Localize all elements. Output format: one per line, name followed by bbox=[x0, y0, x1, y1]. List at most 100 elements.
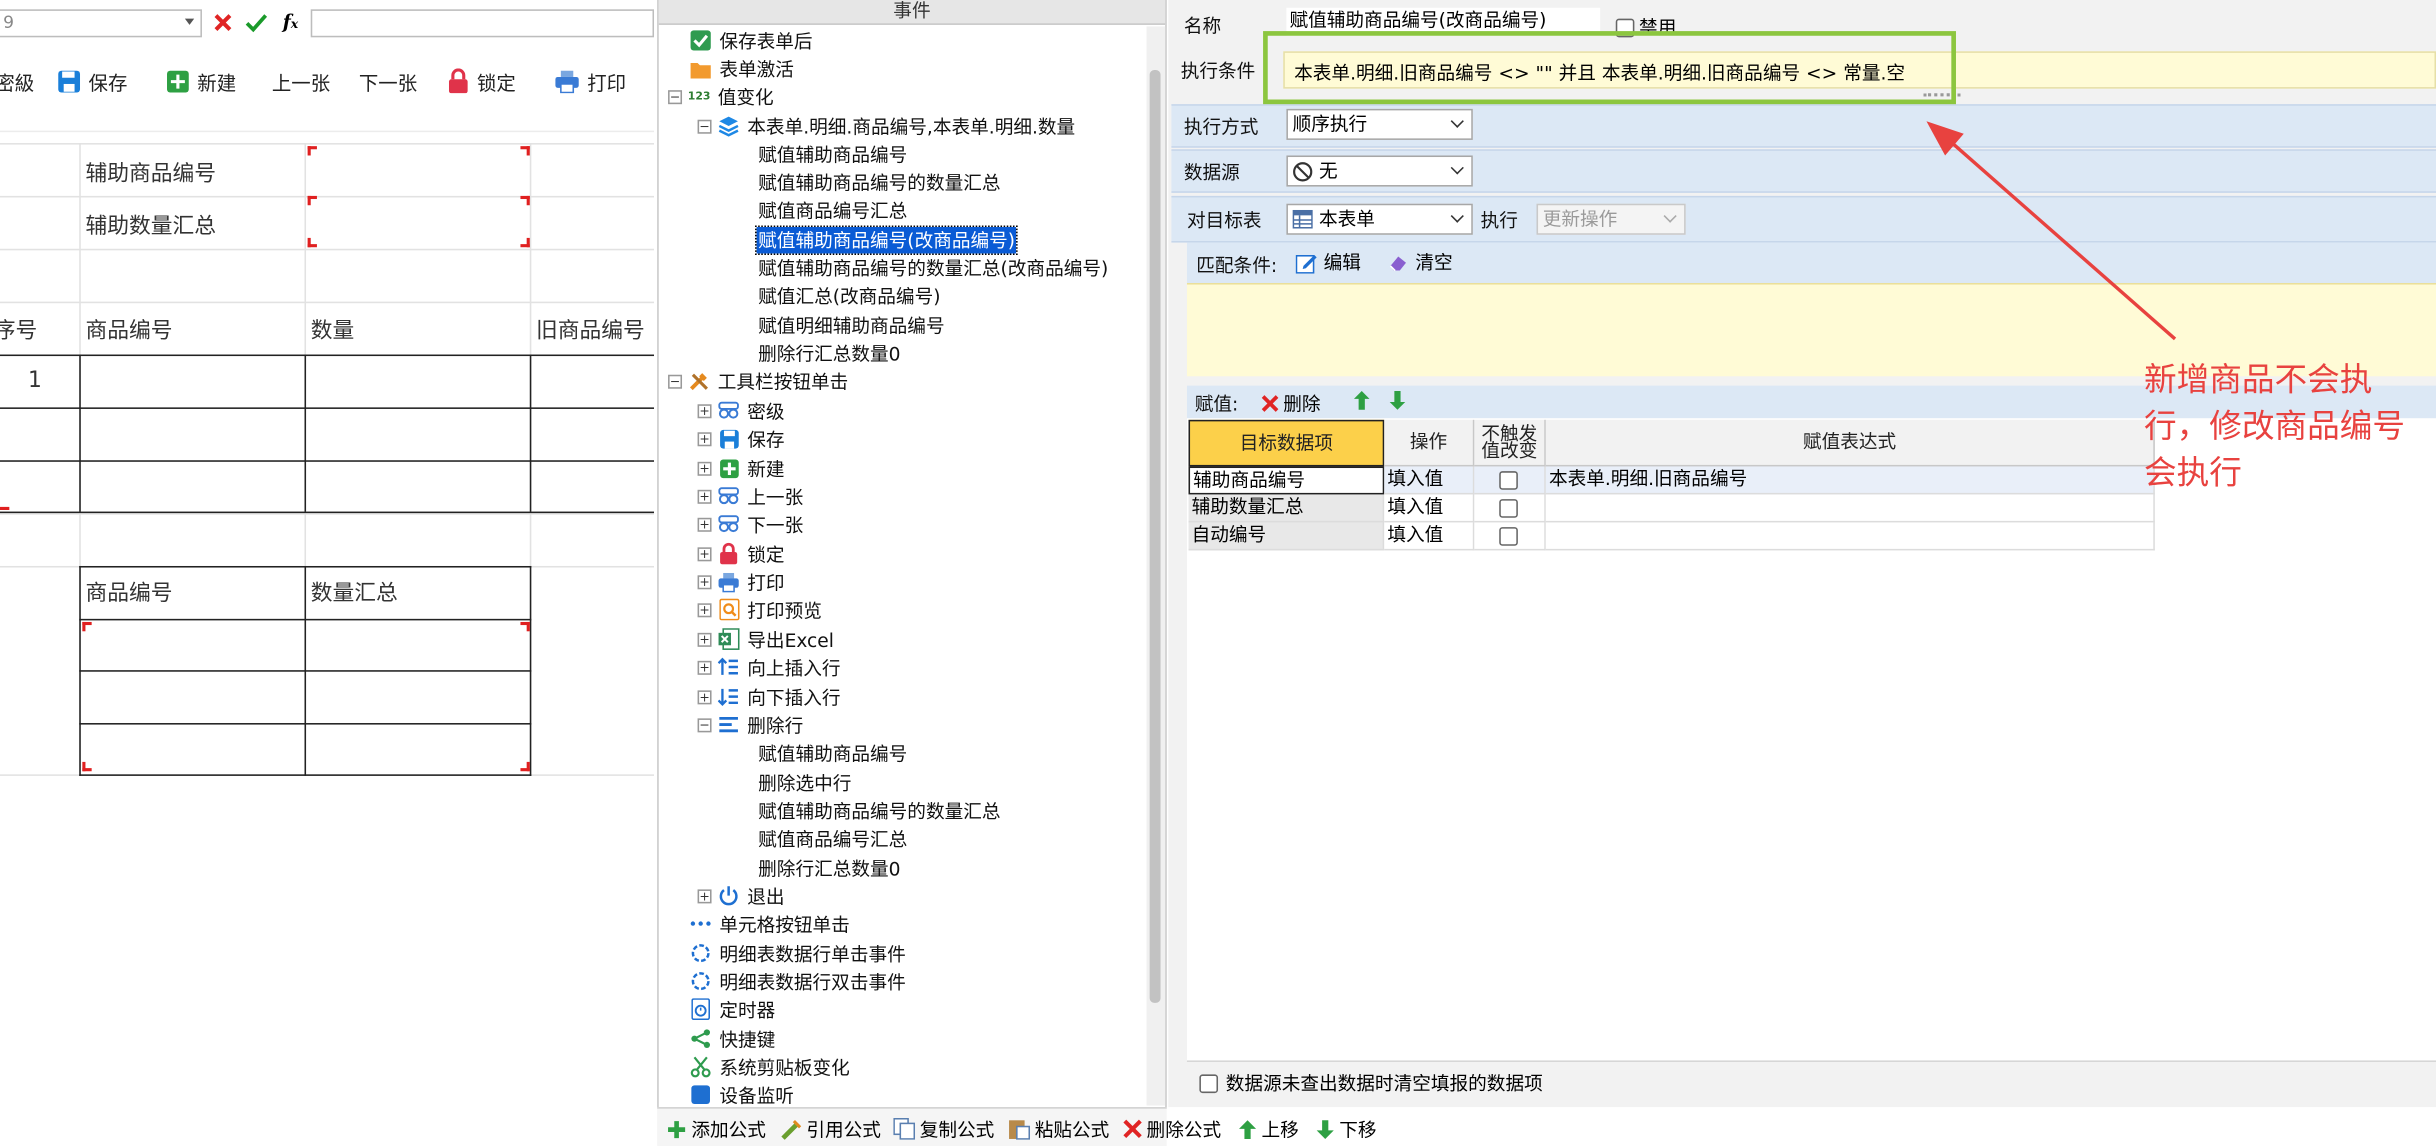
checkbox-box[interactable] bbox=[1499, 527, 1518, 546]
grid-cell-check[interactable] bbox=[1474, 522, 1546, 551]
expand-icon[interactable]: + bbox=[697, 602, 712, 617]
tree-node-toolbar-new[interactable]: + 新建 bbox=[697, 454, 787, 482]
tree-node-cell-button-click[interactable]: 单元格按钮单击 bbox=[690, 910, 852, 938]
tree-node-formula[interactable]: 赋值辅助商品编号 bbox=[757, 140, 909, 168]
grid-cell-op[interactable]: 填入值 bbox=[1384, 522, 1475, 551]
tree-node-formula[interactable]: 赋值辅助商品编号的数量汇总(改商品编号) bbox=[757, 253, 1110, 281]
grid-cell-check[interactable] bbox=[1474, 494, 1546, 523]
tree-node-device-listen[interactable]: 设备监听 bbox=[690, 1081, 796, 1107]
move-down-button[interactable]: 下移 bbox=[1316, 1116, 1377, 1141]
delete-assign-button[interactable]: 删除 bbox=[1261, 390, 1321, 416]
tree-node-formula[interactable]: 删除行汇总数量0 bbox=[757, 854, 902, 882]
clear-match-button[interactable]: 清空 bbox=[1387, 249, 1453, 275]
tree-node-after-save[interactable]: 保存表单后 bbox=[690, 26, 814, 54]
tree-node-toolbar-delete-row[interactable]: − 删除行 bbox=[697, 711, 805, 739]
toolbar-lock-button[interactable]: 锁定 bbox=[447, 67, 516, 95]
grid-cell-expr[interactable]: 本表单.明细.旧商品编号 bbox=[1545, 466, 2155, 495]
tree-node-formula[interactable]: 赋值辅助商品编号的数量汇总 bbox=[757, 168, 1002, 196]
copy-formula-button[interactable]: 复制公式 bbox=[893, 1116, 994, 1141]
toolbar-print-button[interactable]: 打印 bbox=[555, 67, 626, 95]
tree-node-field-change[interactable]: − 本表单.明细.商品编号,本表单.明细.数量 bbox=[697, 112, 1077, 140]
tree-node-formula[interactable]: 赋值商品编号汇总 bbox=[757, 196, 909, 224]
grid-header-no-trigger[interactable]: 不触发值改变 bbox=[1474, 419, 1546, 467]
confirm-formula-icon[interactable] bbox=[245, 12, 268, 33]
expand-icon[interactable]: + bbox=[697, 461, 712, 476]
expand-icon[interactable]: + bbox=[697, 660, 712, 675]
delete-formula-button[interactable]: 删除公式 bbox=[1123, 1116, 1221, 1141]
cancel-formula-icon[interactable] bbox=[213, 12, 233, 32]
tree-node-toolbar-click[interactable]: − 工具栏按钮单击 bbox=[668, 367, 850, 395]
grid-cell-op[interactable]: 填入值 bbox=[1384, 494, 1475, 523]
tree-node-formula[interactable]: 删除行汇总数量0 bbox=[757, 339, 902, 367]
expand-icon[interactable]: + bbox=[697, 403, 712, 418]
tree-node-toolbar-lock[interactable]: + 锁定 bbox=[697, 540, 787, 568]
grid-header-target[interactable]: 目标数据项 bbox=[1188, 419, 1385, 467]
tree-node-clipboard-change[interactable]: 系统剪贴板变化 bbox=[690, 1053, 852, 1081]
grid-header-operation[interactable]: 操作 bbox=[1384, 419, 1475, 467]
clear-on-empty-checkbox[interactable]: 数据源未查出数据时清空填报的数据项 bbox=[1199, 1070, 1543, 1096]
tree-node-row-double-click[interactable]: 明细表数据行双击事件 bbox=[690, 967, 908, 995]
tree-node-formula[interactable]: 赋值商品编号汇总 bbox=[757, 824, 909, 852]
toolbar-secret-button[interactable]: 密級 bbox=[0, 67, 34, 95]
paste-formula-button[interactable]: 粘贴公式 bbox=[1008, 1116, 1109, 1141]
target-select[interactable]: 本表单 bbox=[1286, 203, 1473, 235]
tree-node-formula[interactable]: 删除选中行 bbox=[757, 768, 853, 796]
tree-node-toolbar-save[interactable]: + 保存 bbox=[697, 424, 787, 452]
function-icon[interactable]: fx bbox=[283, 11, 298, 33]
datasource-select[interactable]: 无 bbox=[1286, 155, 1473, 187]
tree-node-formula[interactable]: 赋值辅助商品编号的数量汇总 bbox=[757, 796, 1002, 824]
toolbar-next-button[interactable]: 下一张 bbox=[359, 67, 417, 95]
expand-icon[interactable]: + bbox=[697, 489, 712, 504]
tree-node-toolbar-insert-below[interactable]: + 向下插入行 bbox=[697, 683, 843, 711]
tree-node-toolbar-exit[interactable]: + 退出 bbox=[697, 882, 787, 910]
collapse-icon[interactable]: − bbox=[668, 373, 683, 388]
grid-cell-check[interactable] bbox=[1474, 466, 1546, 495]
collapse-icon[interactable]: − bbox=[697, 118, 712, 133]
expand-icon[interactable]: + bbox=[697, 517, 712, 531]
grid-cell-target[interactable]: 辅助商品编号 bbox=[1188, 466, 1385, 495]
tree-node-formula[interactable]: 赋值明细辅助商品编号 bbox=[757, 311, 947, 339]
grid-cell-target[interactable]: 辅助数量汇总 bbox=[1188, 494, 1385, 523]
grid-cell-expr[interactable] bbox=[1545, 522, 2155, 551]
exec-mode-select[interactable]: 顺序执行 bbox=[1286, 108, 1473, 140]
grid-cell-target[interactable]: 自动编号 bbox=[1188, 522, 1385, 551]
tree-node-toolbar-prev[interactable]: + 上一张 bbox=[697, 482, 805, 510]
tree-node-toolbar-insert-above[interactable]: + 向上插入行 bbox=[697, 653, 843, 681]
move-up-icon[interactable] bbox=[1353, 390, 1370, 410]
add-formula-button[interactable]: 添加公式 bbox=[666, 1116, 766, 1141]
move-down-icon[interactable] bbox=[1389, 390, 1406, 410]
tree-node-toolbar-secret[interactable]: + 密级 bbox=[697, 396, 787, 424]
tree-node-value-change[interactable]: − 123 值变化 bbox=[668, 82, 775, 110]
reference-formula-button[interactable]: 引用公式 bbox=[780, 1116, 881, 1141]
expand-icon[interactable]: + bbox=[697, 888, 712, 903]
cell-address-combo[interactable]: 9 bbox=[0, 9, 202, 38]
edit-match-button[interactable]: 编辑 bbox=[1295, 249, 1361, 275]
expand-icon[interactable]: + bbox=[697, 632, 712, 647]
tree-node-formula[interactable]: 赋值辅助商品编号 bbox=[757, 739, 909, 767]
move-up-button[interactable]: 上移 bbox=[1238, 1116, 1299, 1141]
checkbox-box[interactable] bbox=[1499, 471, 1518, 490]
collapse-icon[interactable]: − bbox=[668, 89, 683, 104]
tree-node-toolbar-export-excel[interactable]: + 导出Excel bbox=[697, 625, 836, 653]
tree-node-timer[interactable]: 定时器 bbox=[690, 995, 777, 1023]
tree-node-shortcut[interactable]: 快捷键 bbox=[690, 1025, 777, 1053]
collapse-icon[interactable]: − bbox=[697, 717, 712, 732]
checkbox-box[interactable] bbox=[1499, 499, 1518, 518]
tree-node-formula-selected[interactable]: 赋值辅助商品编号(改商品编号) bbox=[755, 224, 1019, 255]
tree-node-form-activate[interactable]: 表单激活 bbox=[690, 54, 796, 82]
formula-input[interactable] bbox=[310, 9, 655, 38]
grid-cell-op[interactable]: 填入值 bbox=[1384, 466, 1475, 495]
toolbar-new-button[interactable]: 新建 bbox=[166, 67, 236, 95]
tree-scrollbar-thumb[interactable] bbox=[1149, 69, 1161, 1003]
grid-header-expression[interactable]: 赋值表达式 bbox=[1545, 419, 2155, 467]
tree-node-toolbar-print-preview[interactable]: + 打印预览 bbox=[697, 596, 824, 624]
exec-op-select[interactable]: 更新操作 bbox=[1536, 203, 1686, 235]
expand-icon[interactable]: + bbox=[697, 689, 712, 704]
expand-icon[interactable]: + bbox=[697, 574, 712, 589]
tree-node-row-click[interactable]: 明细表数据行单击事件 bbox=[690, 939, 908, 967]
tree-node-formula[interactable]: 赋值汇总(改商品编号) bbox=[757, 281, 942, 309]
grid-cell-expr[interactable] bbox=[1545, 494, 2155, 523]
checkbox-box[interactable] bbox=[1199, 1073, 1219, 1093]
expand-icon[interactable]: + bbox=[697, 431, 712, 446]
tree-node-toolbar-print[interactable]: + 打印 bbox=[697, 568, 787, 596]
